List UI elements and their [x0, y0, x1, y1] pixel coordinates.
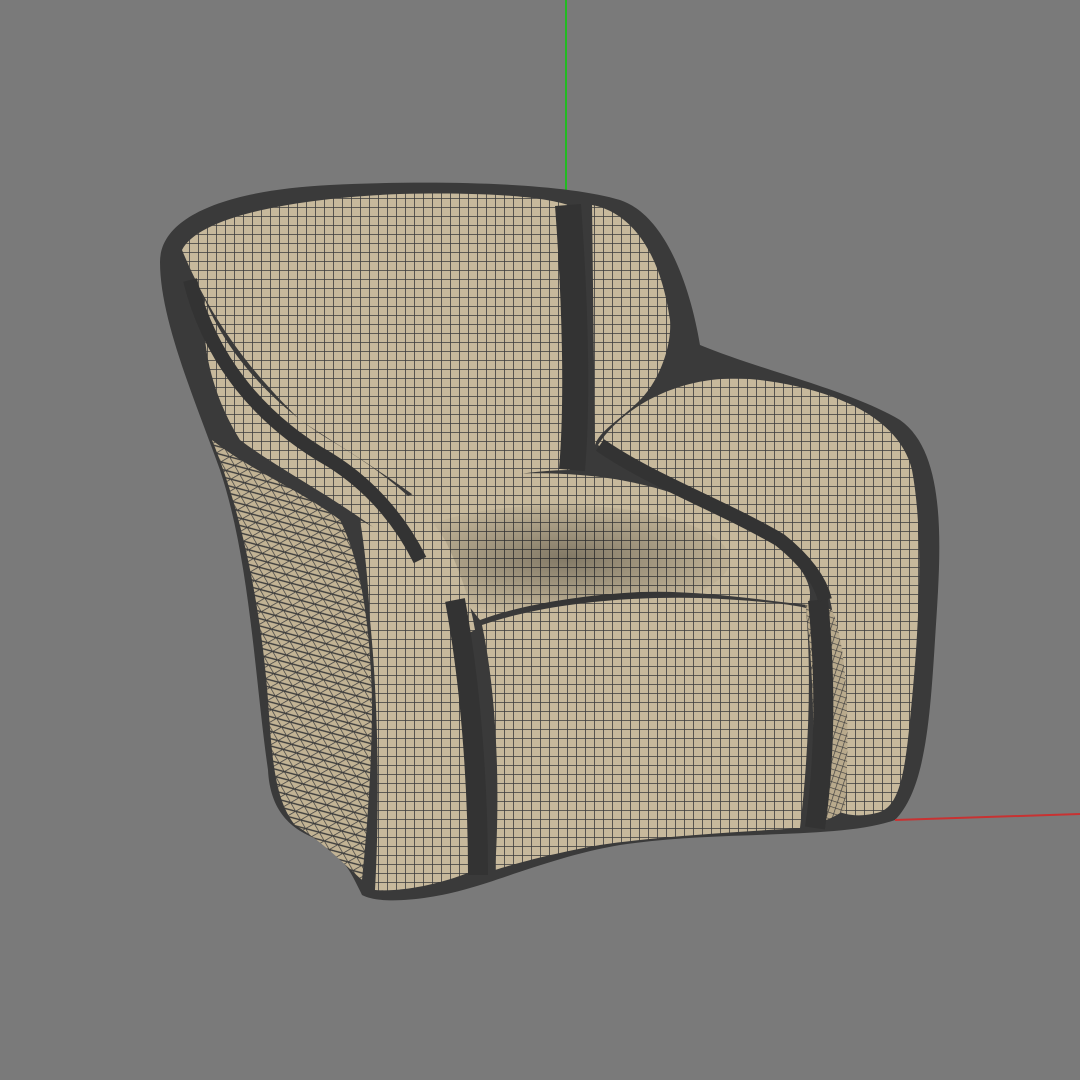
chair-seam-back — [555, 204, 589, 472]
3d-viewport[interactable] — [0, 0, 1080, 1080]
armchair-model[interactable] — [160, 182, 940, 901]
chair-seam-right — [805, 599, 834, 830]
scene-canvas[interactable] — [0, 0, 1080, 1080]
x-axis-line — [894, 813, 1080, 821]
chair-seat-front — [482, 597, 809, 870]
